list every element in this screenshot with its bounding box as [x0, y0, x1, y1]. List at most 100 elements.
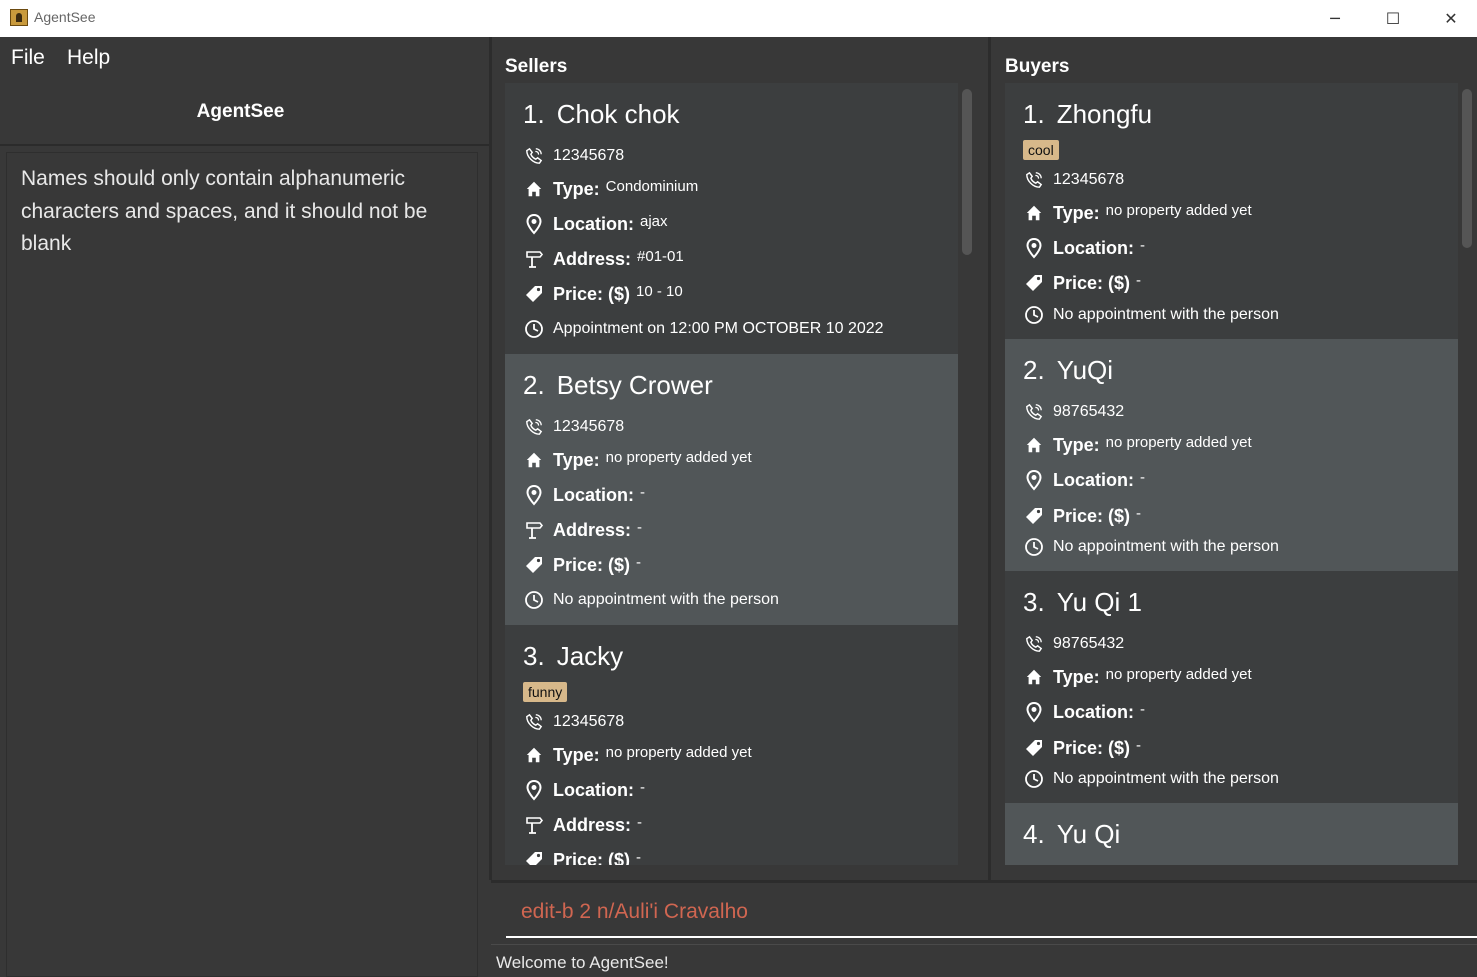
card-name: Yu Qi — [1056, 819, 1121, 849]
close-button[interactable]: ✕ — [1422, 0, 1477, 37]
appointment-row: No appointment with the person — [1023, 768, 1279, 790]
list-item[interactable]: 2. YuQi 98765432 Type: no property added y… — [1005, 339, 1458, 571]
maximize-icon: ☐ — [1385, 9, 1401, 28]
location-label: Location: — [553, 213, 634, 234]
card-index: 4. — [1023, 819, 1045, 849]
price-row: Price: ($) - — [1023, 272, 1141, 294]
card-title: 3. Jacky — [523, 641, 623, 672]
list-item[interactable]: 3. Jacky funny 12345678 Type: no property … — [505, 625, 958, 865]
window-title: AgentSee — [34, 9, 96, 25]
phone-icon — [1023, 633, 1045, 655]
price-tag-icon — [1023, 272, 1045, 294]
type-value: no property added yet — [1105, 201, 1252, 219]
list-item[interactable]: 2. Betsy Crower 12345678 Type: no property… — [505, 354, 958, 625]
price-tag-icon — [523, 554, 545, 576]
home-icon — [1023, 666, 1045, 688]
close-icon: ✕ — [1444, 9, 1458, 28]
price-label: Price: ($) — [553, 849, 631, 866]
sellers-title: Sellers — [505, 56, 568, 77]
card-index: 3. — [523, 641, 545, 671]
appointment-row: No appointment with the person — [1023, 536, 1279, 558]
location-value: - — [640, 778, 645, 796]
scrollbar-thumb[interactable] — [1462, 89, 1472, 248]
list-item[interactable]: 3. Yu Qi 1 98765432 Type: no property adde… — [1005, 571, 1458, 803]
menu-help[interactable]: Help — [67, 46, 110, 70]
buyers-list[interactable]: 1. Zhongfu cool 12345678 Type: no property… — [1005, 83, 1458, 865]
type-value: no property added yet — [605, 448, 752, 466]
type-label: Type: — [553, 449, 600, 470]
location-value: - — [1140, 236, 1145, 254]
price-label: Price: ($) — [1053, 272, 1131, 293]
address-row: Address: - — [523, 519, 642, 541]
card-title: 4. Yu Qi — [1023, 819, 1120, 850]
price-label: Price: ($) — [553, 554, 631, 575]
phone-value: 98765432 — [1053, 635, 1125, 652]
card-name: Zhongfu — [1056, 99, 1153, 129]
card-title: 3. Yu Qi 1 — [1023, 587, 1142, 618]
scrollbar-thumb[interactable] — [962, 89, 972, 255]
location-row: Location: ajax — [523, 213, 668, 235]
menu-file[interactable]: File — [11, 46, 45, 70]
left-pane: File Help AgentSee Names should only con… — [0, 37, 491, 977]
home-icon — [523, 178, 545, 200]
location-value: - — [640, 483, 645, 501]
price-label: Price: ($) — [1053, 505, 1131, 526]
location-label: Location: — [1053, 237, 1134, 258]
card-name: Yu Qi 1 — [1056, 587, 1142, 617]
card-index: 1. — [523, 99, 545, 129]
card-index: 2. — [523, 370, 545, 400]
signpost-icon — [523, 519, 545, 541]
location-pin-icon — [523, 213, 545, 235]
location-label: Location: — [1053, 701, 1134, 722]
card-name: Betsy Crower — [556, 370, 713, 400]
maximize-button[interactable]: ☐ — [1364, 0, 1422, 37]
card-index: 1. — [1023, 99, 1045, 129]
menu-bar: File Help — [0, 37, 491, 81]
price-value: - — [1136, 504, 1142, 522]
minimize-button[interactable]: ─ — [1306, 0, 1364, 37]
status-message: Welcome to AgentSee! — [496, 953, 669, 972]
sellers-list[interactable]: 1. Chok chok 12345678 Type: Condominium Lo… — [505, 83, 958, 865]
list-item[interactable]: 4. Yu Qi — [1005, 803, 1458, 865]
phone-value: 12345678 — [1053, 171, 1125, 188]
location-pin-icon — [1023, 469, 1045, 491]
list-item[interactable]: 1. Chok chok 12345678 Type: Condominium Lo… — [505, 83, 958, 354]
buyers-scrollbar[interactable] — [1460, 87, 1474, 865]
card-title: 1. Chok chok — [523, 99, 680, 130]
type-value: no property added yet — [1105, 665, 1252, 683]
price-value: - — [636, 553, 642, 571]
appointment-value: No appointment with the person — [1053, 538, 1279, 555]
type-value: Condominium — [605, 177, 699, 195]
type-label: Type: — [1053, 666, 1100, 687]
result-display[interactable]: Names should only contain alphanumeric c… — [6, 152, 478, 977]
card-title: 1. Zhongfu — [1023, 99, 1152, 130]
type-row: Type: no property added yet — [1023, 666, 1252, 688]
card-title: 2. Betsy Crower — [523, 370, 713, 401]
sellers-scrollbar[interactable] — [960, 87, 974, 865]
home-icon — [523, 744, 545, 766]
location-label: Location: — [553, 484, 634, 505]
price-tag-icon — [523, 849, 545, 865]
list-item[interactable]: 1. Zhongfu cool 12345678 Type: no property… — [1005, 83, 1458, 339]
phone-icon — [523, 416, 545, 438]
signpost-icon — [523, 814, 545, 836]
appointment-value: No appointment with the person — [1053, 770, 1279, 787]
appointment-row: Appointment on 12:00 PM OCTOBER 10 2022 — [523, 318, 884, 340]
type-row: Type: Condominium — [523, 178, 698, 200]
divider — [491, 880, 1477, 883]
location-value: ajax — [640, 212, 668, 230]
status-bar: Welcome to AgentSee! — [491, 944, 1477, 977]
signpost-icon — [523, 248, 545, 270]
command-input[interactable] — [506, 888, 1477, 938]
price-row: Price: ($) 10 - 10 — [523, 283, 683, 305]
card-title: 2. YuQi — [1023, 355, 1113, 386]
phone-value: 12345678 — [553, 713, 625, 730]
phone-row: 98765432 — [1023, 633, 1124, 655]
address-value: #01-01 — [637, 247, 684, 265]
location-pin-icon — [523, 779, 545, 801]
clock-icon — [523, 589, 545, 611]
location-row: Location: - — [1023, 469, 1145, 491]
price-row: Price: ($) - — [1023, 505, 1141, 527]
type-row: Type: no property added yet — [1023, 434, 1252, 456]
result-message: Names should only contain alphanumeric c… — [21, 167, 428, 255]
